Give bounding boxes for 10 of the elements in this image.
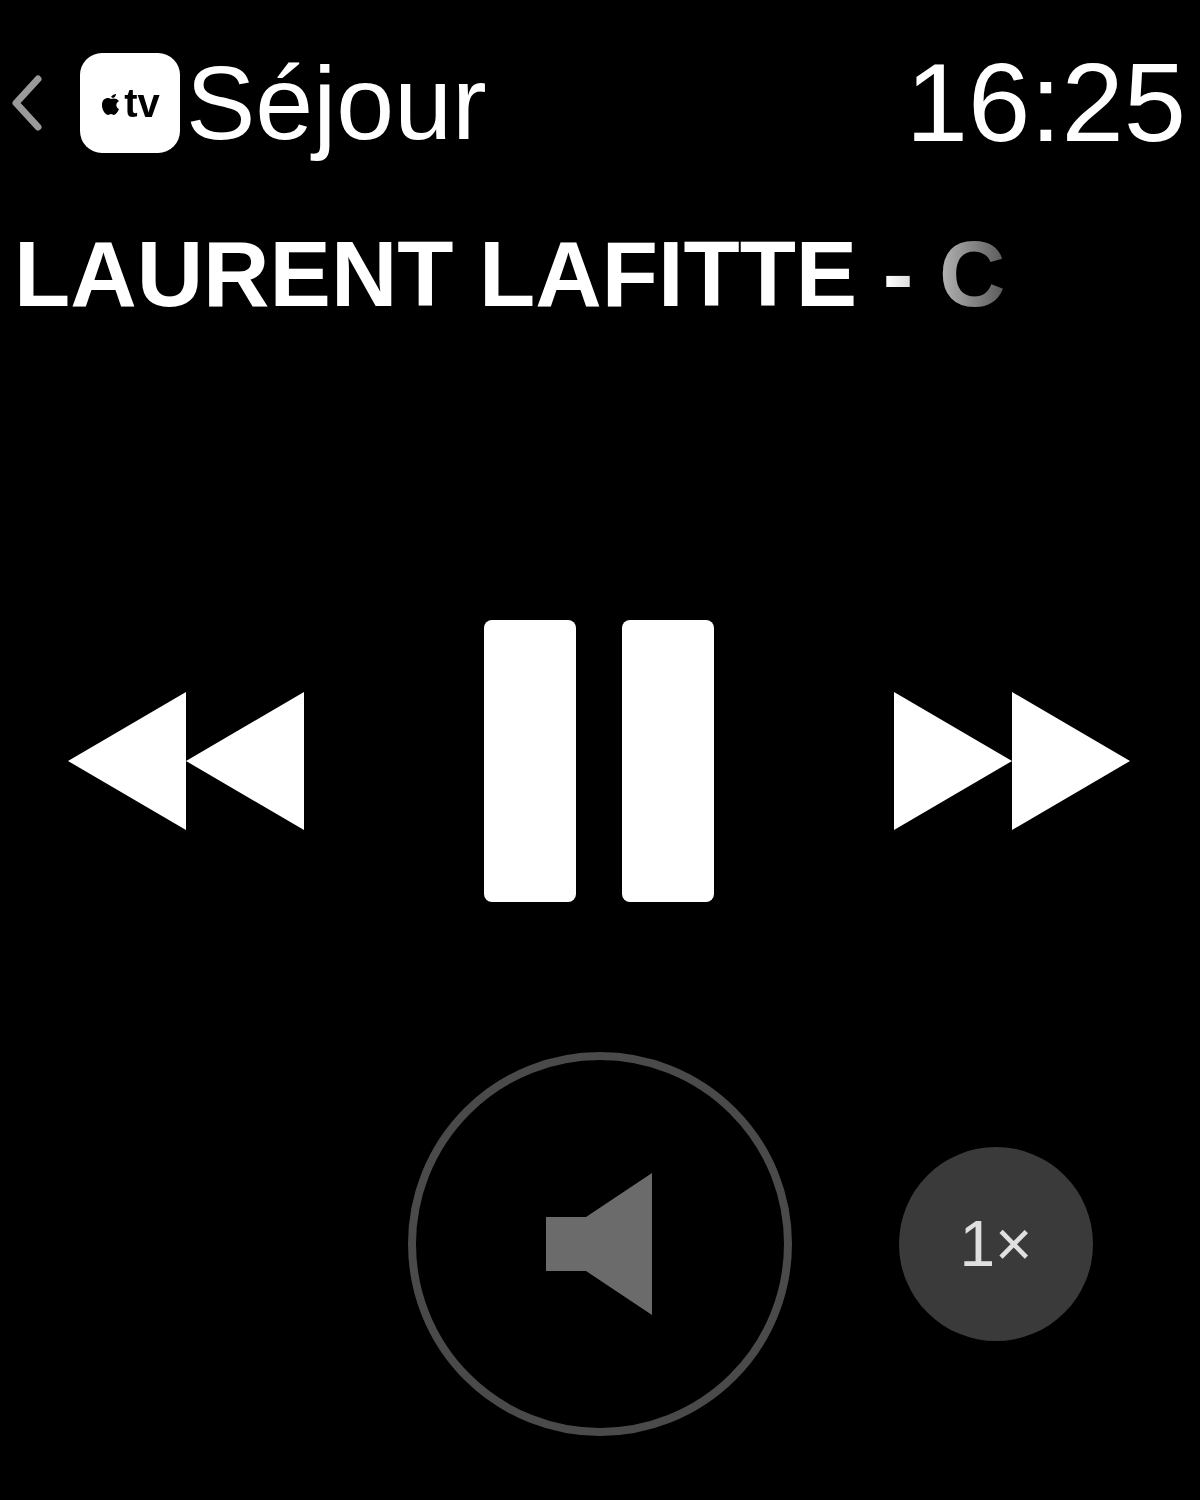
- track-title: LAURENT LAFITTE - C: [14, 228, 1006, 320]
- rewind-icon[interactable]: [68, 692, 306, 830]
- device-title: Séjour: [186, 44, 487, 163]
- playback-speed-button[interactable]: 1×: [899, 1147, 1093, 1341]
- pause-icon[interactable]: [484, 620, 716, 902]
- speaker-icon: [546, 1173, 654, 1315]
- fast-forward-icon[interactable]: [894, 692, 1132, 830]
- clock-time: 16:25: [905, 47, 1186, 159]
- volume-button[interactable]: [408, 1052, 792, 1436]
- app-badge-text: tv: [124, 83, 160, 123]
